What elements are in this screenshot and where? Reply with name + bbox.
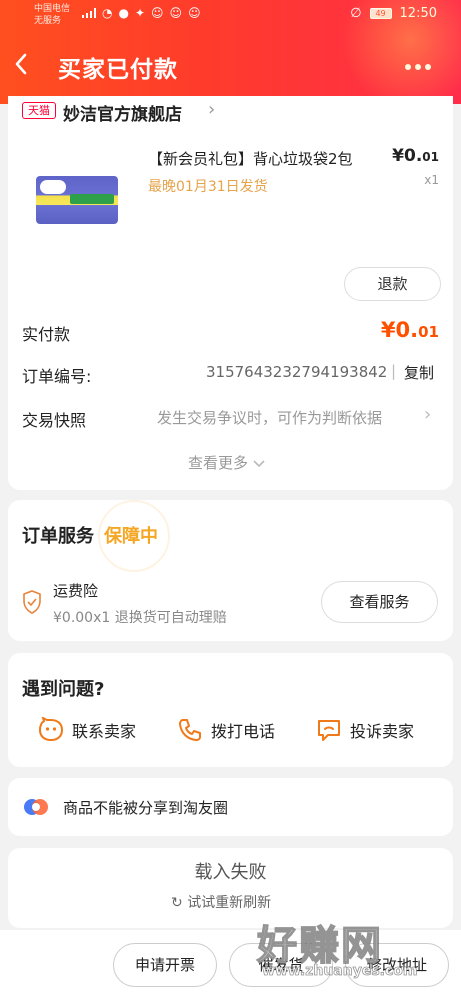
price-int: 0.	[404, 146, 423, 166]
product-image[interactable]	[36, 176, 118, 224]
view-service-button[interactable]: 查看服务	[321, 581, 438, 623]
refund-button[interactable]: 退款	[344, 267, 441, 301]
service-item-desc: ¥0.00x1 退换货可自动理赔	[53, 610, 227, 626]
app-icon: ✦	[134, 6, 146, 20]
chevron-right-icon[interactable]: ›	[424, 404, 431, 425]
price-symbol: ¥	[392, 146, 404, 166]
paid-int: 0.	[395, 318, 419, 342]
more-dots-icon	[405, 64, 431, 70]
notification-icon-3: ☺	[188, 6, 201, 20]
carrier-name: 中国电信	[34, 4, 71, 14]
shop-name[interactable]: 妙洁官方旗舰店	[63, 100, 182, 125]
status-right: ∅ 49 12:50	[350, 6, 437, 21]
order-number-label: 订单编号:	[22, 367, 92, 386]
chevron-down-icon	[253, 460, 265, 468]
snapshot-label[interactable]: 交易快照	[22, 407, 86, 431]
price-decimal: 01	[422, 150, 439, 164]
problems-card: 遇到问题? 联系卖家 拨打电话 投诉卖家	[8, 653, 453, 767]
shop-chevron-icon[interactable]: ›	[208, 99, 215, 120]
load-fail-text: 载入失败	[194, 862, 267, 883]
product-band	[70, 194, 114, 204]
complain-button[interactable]: 投诉卖家	[316, 715, 414, 745]
contact-seller-label: 联系卖家	[72, 722, 137, 741]
watermark-url: www.zhuanyes.com	[262, 963, 418, 980]
chevron-left-icon	[15, 53, 27, 75]
share-notice: 商品不能被分享到淘友圈	[63, 799, 229, 817]
battery-icon: 49	[369, 8, 392, 19]
service-status-badge: 保障中	[104, 526, 158, 547]
status-icons: ◔ ● ✦ ☺ ☺ ☺	[82, 6, 201, 20]
service-title: 订单服务	[22, 526, 94, 547]
contact-seller-button[interactable]: 联系卖家	[38, 715, 136, 745]
clock: 12:50	[399, 6, 437, 21]
paid-decimal: 01	[418, 323, 439, 341]
product-title[interactable]: 【新会员礼包】背心垃圾袋2包	[148, 148, 353, 169]
product-price: ¥0.01	[392, 146, 439, 166]
tmall-badge: 天猫	[22, 102, 56, 119]
shipping-deadline: 最晚01月31日发货	[148, 179, 268, 195]
retry-button[interactable]: ↻ 试试重新刷新	[171, 892, 271, 912]
product-quantity: x1	[424, 173, 439, 187]
wifi-icon: ◔	[102, 6, 113, 20]
header: 中国电信 无服务 ◔ ● ✦ ☺ ☺ ☺ ∅ 49 12:50 买家已付款	[0, 0, 461, 104]
retry-label: 试试重新刷新	[187, 895, 272, 911]
order-card: 天猫 妙洁官方旗舰店 › 【新会员礼包】背心垃圾袋2包 ¥0.01 最晚01月3…	[8, 96, 453, 490]
phone-icon	[179, 719, 201, 741]
copy-button[interactable]: 复制	[404, 362, 434, 383]
paid-symbol: ¥	[380, 318, 396, 342]
invoice-button[interactable]: 申请开票	[113, 943, 217, 987]
chat-face-icon	[38, 717, 64, 742]
separator: |	[391, 362, 397, 380]
refresh-icon: ↻	[171, 895, 183, 911]
problems-title: 遇到问题?	[22, 679, 105, 700]
status-bar: 中国电信 无服务 ◔ ● ✦ ☺ ☺ ☺ ∅ 49 12:50	[0, 0, 461, 32]
snapshot-hint[interactable]: 发生交易争议时，可作为判断依据	[157, 407, 382, 428]
complaint-icon	[318, 720, 340, 741]
call-label: 拨打电话	[211, 722, 276, 741]
signal-icon	[82, 8, 96, 18]
recommend-card: 载入失败 ↻ 试试重新刷新	[8, 848, 453, 928]
call-button[interactable]: 拨打电话	[177, 715, 275, 745]
order-number: 3157643232794193842	[206, 363, 388, 381]
back-button[interactable]	[14, 52, 42, 82]
share-card: 商品不能被分享到淘友圈	[8, 778, 453, 836]
paid-label: 实付款	[22, 325, 71, 344]
see-more-button[interactable]: 查看更多	[188, 452, 265, 473]
shield-icon	[23, 590, 41, 614]
service-card: 订单服务 保障中 运费险 ¥0.00x1 退换货可自动理赔 查看服务	[8, 500, 453, 641]
more-button[interactable]	[404, 54, 440, 80]
complain-label: 投诉卖家	[350, 722, 415, 741]
mute-icon: ∅	[350, 6, 362, 21]
page-title: 买家已付款	[58, 57, 178, 83]
taoyou-icon	[24, 799, 48, 815]
see-more-label: 查看更多	[188, 454, 249, 472]
paid-amount: ¥0.01	[381, 318, 439, 342]
carrier-info: 中国电信 无服务	[34, 3, 70, 27]
notification-icon-2: ☺	[169, 6, 183, 20]
notification-icon: ☺	[151, 6, 164, 20]
brand-logo-icon	[40, 180, 66, 194]
service-item-name: 运费险	[53, 582, 99, 600]
carrier-status: 无服务	[34, 16, 62, 26]
message-icon: ●	[118, 6, 129, 20]
